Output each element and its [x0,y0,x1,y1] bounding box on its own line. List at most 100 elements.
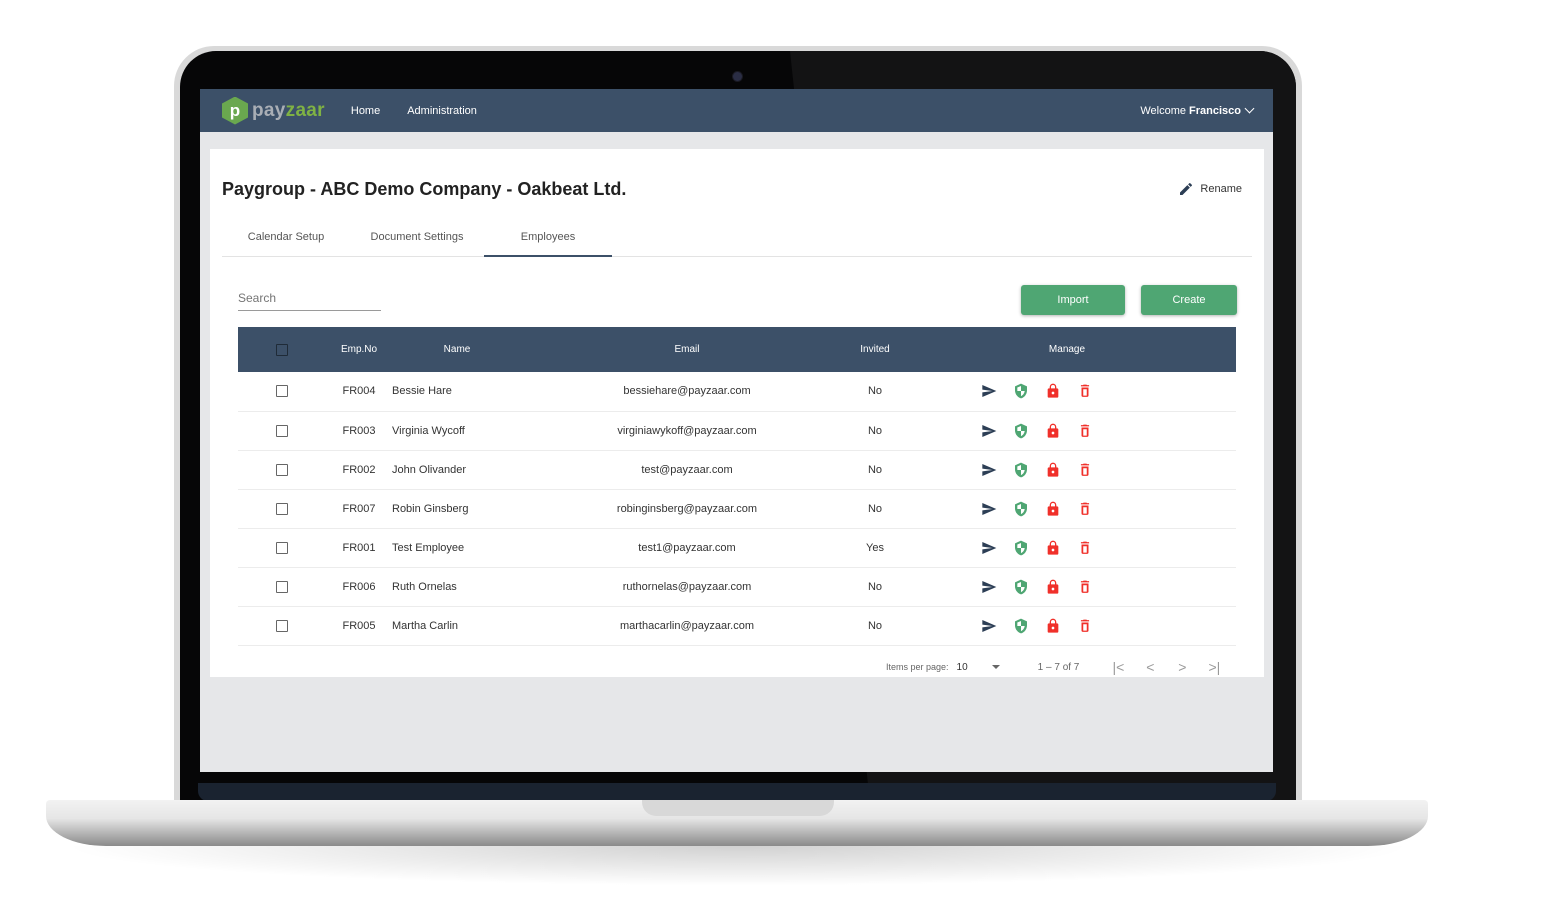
table-row[interactable]: FR007 Robin Ginsberg robinginsberg@payza… [238,489,1236,528]
user-menu[interactable]: Welcome Francisco [1140,89,1255,132]
manage-cell [898,606,1236,645]
last-page-button[interactable]: >| [1207,659,1221,675]
row-checkbox[interactable] [276,424,288,437]
create-button[interactable]: Create [1141,285,1237,315]
delete-icon[interactable] [1076,461,1094,479]
next-page-button[interactable]: > [1175,659,1189,675]
email-cell: test1@payzaar.com [638,541,736,554]
tab-bar: Calendar Setup Document Settings Employe… [222,225,1252,257]
tab-employees[interactable]: Employees [484,225,612,257]
email-cell: bessiehare@payzaar.com [623,385,751,398]
row-checkbox[interactable] [276,619,288,632]
lock-icon[interactable] [1044,461,1062,479]
logo-text-zaar: zaar [285,99,325,121]
row-checkbox[interactable] [276,463,288,476]
manage-cell [898,411,1236,450]
manage-cell [898,489,1236,528]
email-cell: ruthornelas@payzaar.com [622,580,752,593]
emp-no-cell: FR004 [342,385,376,398]
row-select-cell [238,450,326,489]
search-input[interactable] [238,285,381,311]
name-cell: Virginia Wycoff [392,424,465,437]
delete-icon[interactable] [1076,500,1094,518]
table-row[interactable]: FR001 Test Employee test1@payzaar.com Ye… [238,528,1236,567]
shield-icon[interactable] [1012,578,1030,596]
select-all-checkbox[interactable] [276,343,288,356]
delete-icon[interactable] [1076,539,1094,557]
invited-cell: No [867,463,883,476]
send-invite-icon[interactable] [980,539,998,557]
manage-cell [898,450,1236,489]
lock-icon[interactable] [1044,578,1062,596]
delete-icon[interactable] [1076,382,1094,400]
column-header-email[interactable]: Email [522,327,852,372]
column-header-name[interactable]: Name [392,327,522,372]
send-invite-icon[interactable] [980,461,998,479]
send-invite-icon[interactable] [980,617,998,635]
lock-icon[interactable] [1044,422,1062,440]
table-row[interactable]: FR003 Virginia Wycoff virginiawykoff@pay… [238,411,1236,450]
pencil-icon [1180,182,1193,195]
manage-cell [898,528,1236,567]
name-cell: Bessie Hare [392,385,452,398]
name-cell: Ruth Ornelas [392,580,457,593]
shield-icon[interactable] [1012,382,1030,400]
shield-icon[interactable] [1012,461,1030,479]
table-row[interactable]: FR005 Martha Carlin marthacarlin@payzaar… [238,606,1236,645]
shield-icon[interactable] [1012,422,1030,440]
rename-button[interactable]: Rename [1178,181,1242,197]
lock-icon[interactable] [1044,617,1062,635]
lock-icon[interactable] [1044,382,1062,400]
send-invite-icon[interactable] [980,422,998,440]
delete-icon[interactable] [1076,617,1094,635]
invited-cell: No [867,385,883,398]
items-per-page-label: Items per page: [886,662,949,672]
invited-cell: No [867,619,883,632]
select-all-header [238,327,326,372]
delete-icon[interactable] [1076,578,1094,596]
laptop-shadow [60,846,1416,886]
shield-icon[interactable] [1012,539,1030,557]
import-button[interactable]: Import [1021,285,1125,315]
email-cell: robinginsberg@payzaar.com [616,502,758,515]
lock-icon[interactable] [1044,500,1062,518]
logo-text: payzaar [252,100,325,122]
table-row[interactable]: FR004 Bessie Hare bessiehare@payzaar.com… [238,372,1236,411]
items-per-page-select[interactable]: 10 [957,662,968,673]
nav-home[interactable]: Home [351,105,380,117]
row-checkbox[interactable] [276,580,288,593]
delete-icon[interactable] [1076,422,1094,440]
table-row[interactable]: FR006 Ruth Ornelas ruthornelas@payzaar.c… [238,567,1236,606]
camera-icon [733,72,742,81]
tab-document-settings[interactable]: Document Settings [350,225,484,256]
chevron-down-icon [1244,103,1255,114]
row-checkbox[interactable] [276,385,288,398]
payzaar-logo[interactable]: p payzaar [222,96,325,125]
laptop-notch [642,800,834,816]
nav-administration[interactable]: Administration [407,105,477,117]
name-cell: Test Employee [392,541,465,554]
shield-icon[interactable] [1012,617,1030,635]
table-row[interactable]: FR002 John Olivander test@payzaar.com No [238,450,1236,489]
column-header-manage: Manage [1048,344,1086,355]
invited-cell: Yes [866,541,884,554]
row-select-cell [238,606,326,645]
column-header-invited[interactable]: Invited [852,327,898,372]
shield-icon[interactable] [1012,500,1030,518]
paginator: Items per page: 10 1 – 7 of 7 |< < > >| [886,659,1221,675]
row-checkbox[interactable] [276,502,288,515]
previous-page-button[interactable]: < [1143,659,1157,675]
tab-calendar-setup[interactable]: Calendar Setup [222,225,350,256]
page-title: Paygroup - ABC Demo Company - Oakbeat Lt… [222,179,627,199]
first-page-button[interactable]: |< [1111,659,1125,675]
send-invite-icon[interactable] [980,500,998,518]
emp-no-cell: FR003 [342,424,376,437]
send-invite-icon[interactable] [980,382,998,400]
dropdown-arrow-icon[interactable] [991,665,1000,669]
row-checkbox[interactable] [276,541,288,554]
lock-icon[interactable] [1044,539,1062,557]
column-header-emp-no[interactable]: Emp.No [326,327,392,372]
send-invite-icon[interactable] [980,578,998,596]
table-header-row: Emp.No Name Email Invited Manage [238,327,1236,372]
row-select-cell [238,528,326,567]
